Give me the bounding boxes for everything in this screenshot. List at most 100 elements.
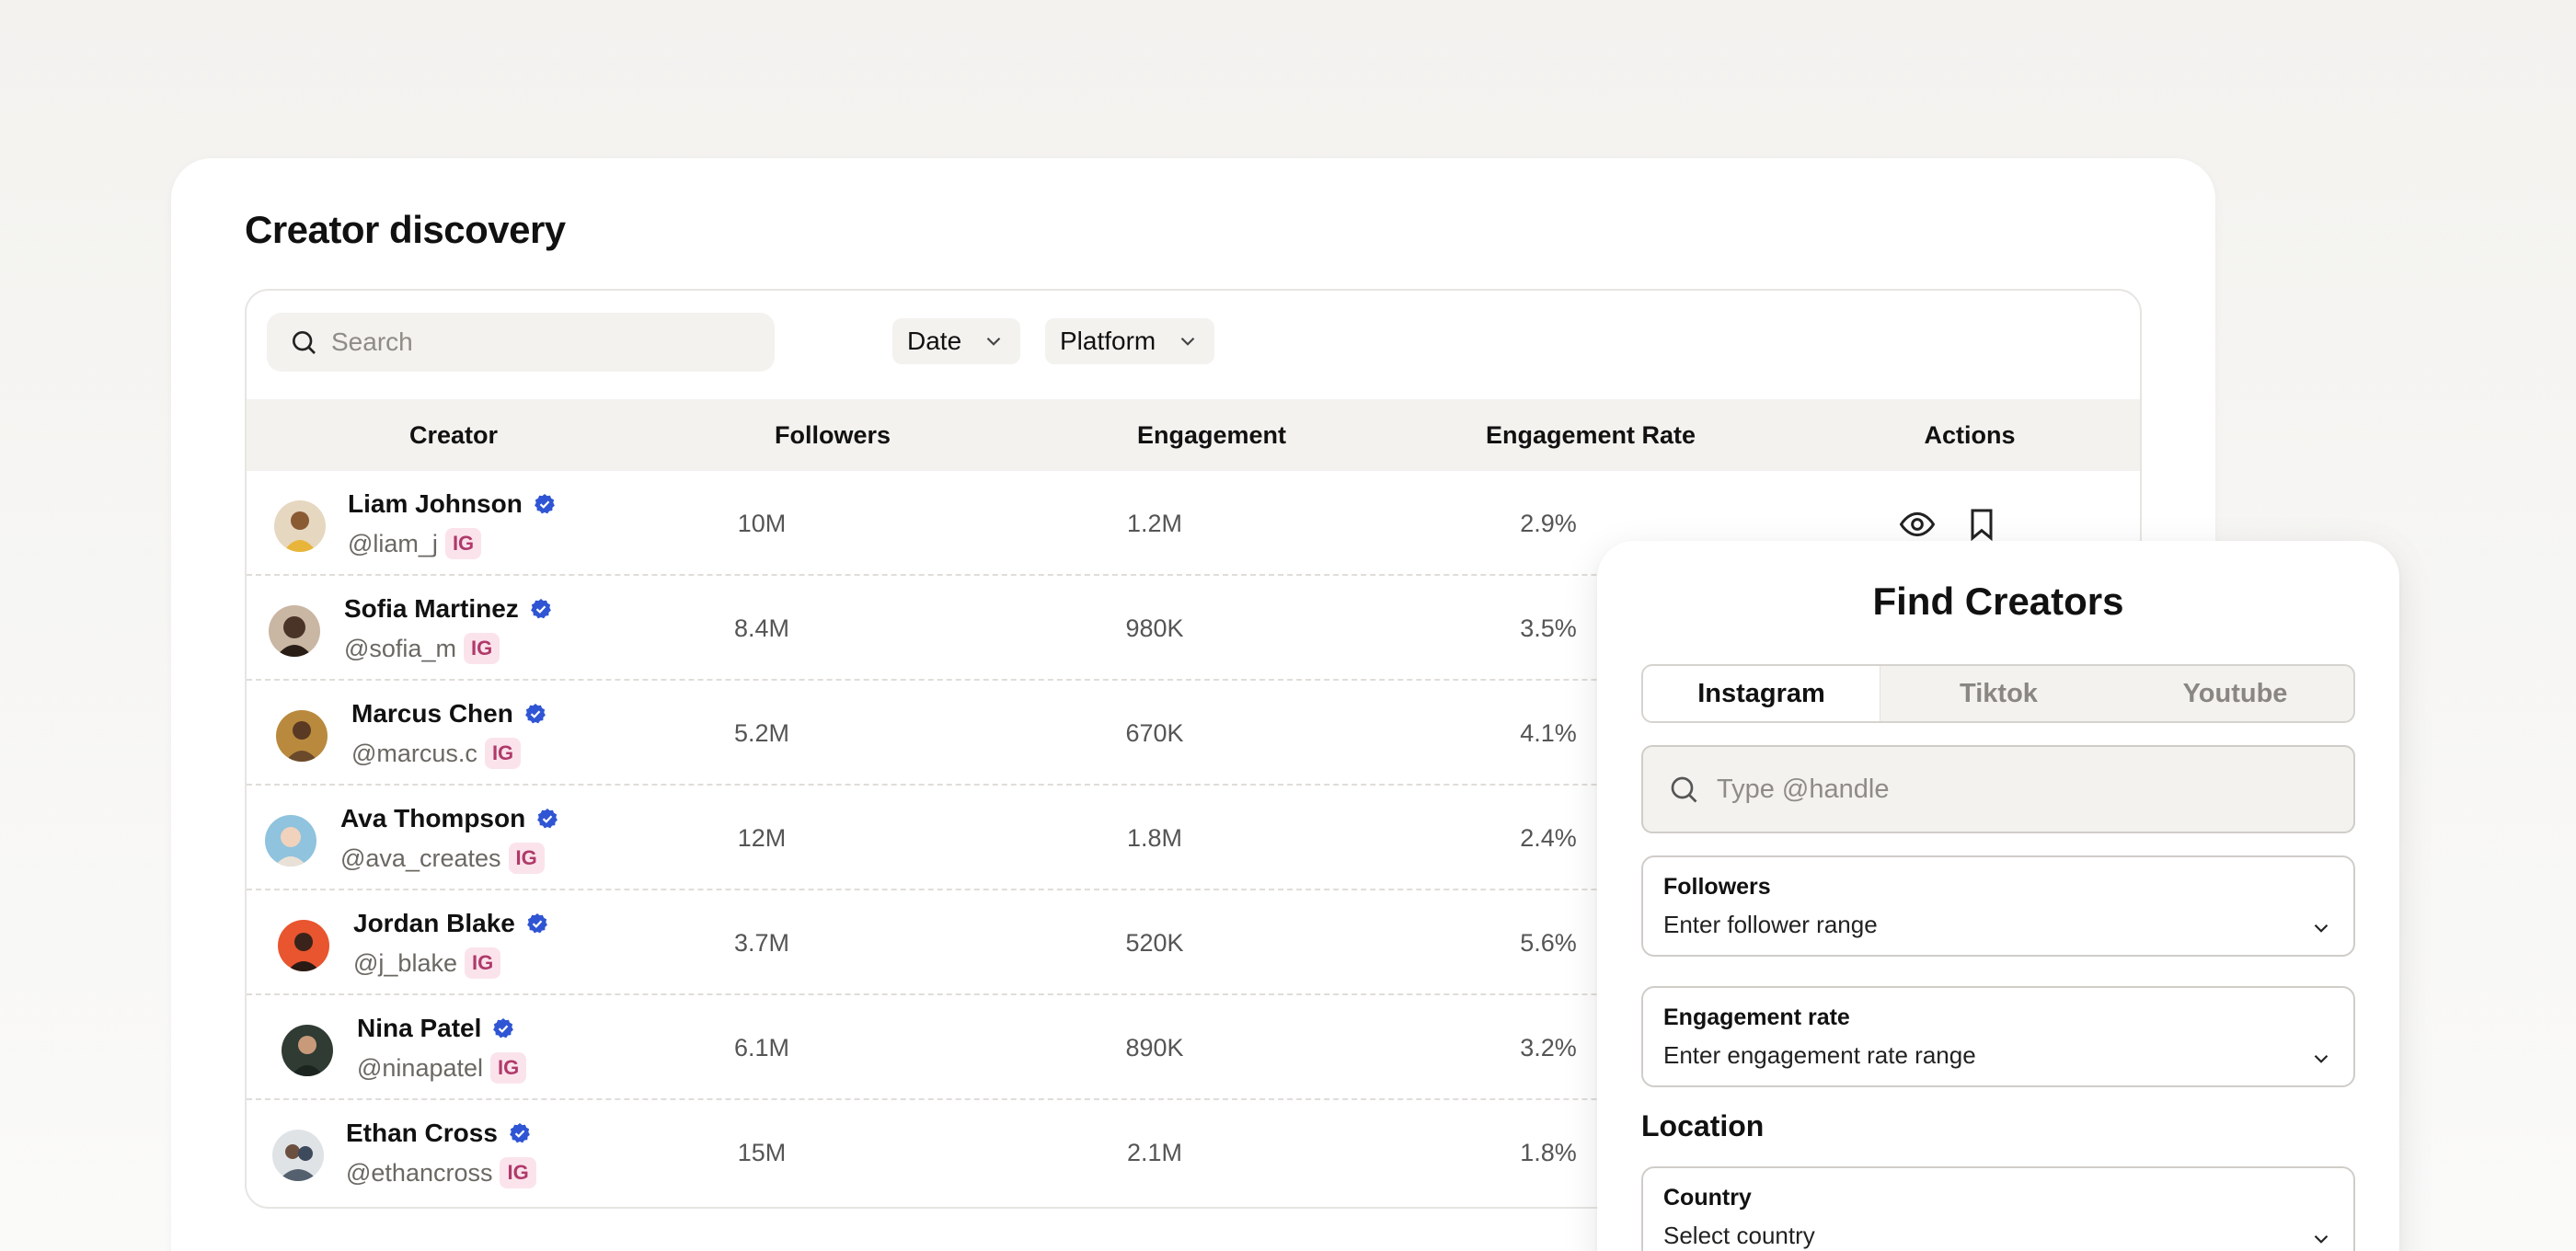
avatar xyxy=(276,710,328,762)
date-filter[interactable]: Date xyxy=(892,318,1021,364)
creator-name[interactable]: Marcus Chen xyxy=(351,699,546,729)
search-placeholder: Search xyxy=(331,327,413,356)
search-icon xyxy=(1671,776,1697,803)
platform-badge: IG xyxy=(464,947,501,979)
tab-instagram[interactable]: Instagram xyxy=(1643,666,1880,721)
creator-handle-text: @marcus.c xyxy=(351,739,477,767)
creator-handle-text: @ava_creates xyxy=(340,844,501,872)
platform-filter-label: Platform xyxy=(1060,327,1156,355)
platform-badge: IG xyxy=(490,1052,527,1084)
creator-name-text: Nina Patel xyxy=(357,1014,482,1042)
followers-value: 6.1M xyxy=(733,1034,790,1062)
creator-handle-text: @ethancross xyxy=(346,1158,493,1187)
engagement-value: 890K xyxy=(1125,1034,1184,1062)
creator-name[interactable]: Liam Johnson xyxy=(348,489,556,519)
verified-icon xyxy=(534,494,555,514)
creator-handle-text: @sofia_m xyxy=(344,634,456,662)
engagement-value: 980K xyxy=(1125,614,1184,642)
engagement-rate-label: Engagement rate xyxy=(1663,1004,1850,1030)
avatar xyxy=(265,815,316,867)
creator-name-text: Ava Thompson xyxy=(340,804,526,832)
engagement-rate-select[interactable]: Engagement rate Enter engagement rate ra… xyxy=(1641,986,2355,1087)
platform-filter[interactable]: Platform xyxy=(1045,318,1215,364)
engagement-value: 520K xyxy=(1125,929,1184,957)
followers-label: Followers xyxy=(1663,874,1771,900)
creator-name[interactable]: Ava Thompson xyxy=(340,804,558,833)
chevron-down-icon xyxy=(986,337,1001,346)
column-header-engagement[interactable]: Engagement xyxy=(1046,399,1377,471)
search-input[interactable]: Search xyxy=(267,313,775,372)
creator-handle-text: @ninapatel xyxy=(357,1053,484,1082)
column-header-creator[interactable]: Creator xyxy=(288,399,619,471)
avatar xyxy=(274,500,326,552)
creator-handle: @j_blake IG xyxy=(353,947,501,979)
verified-icon xyxy=(493,1018,514,1039)
platform-tabs: Instagram Tiktok Youtube xyxy=(1641,664,2355,723)
verified-icon xyxy=(530,599,551,619)
creator-handle: @ethancross IG xyxy=(346,1157,536,1188)
location-section-title: Location xyxy=(1641,1109,1765,1142)
creator-name[interactable]: Ethan Cross xyxy=(346,1119,531,1148)
avatar xyxy=(272,1130,324,1181)
creator-name-text: Liam Johnson xyxy=(348,489,523,518)
chevron-down-icon xyxy=(2314,924,2329,933)
followers-value: Enter follower range xyxy=(1663,911,1878,938)
creator-handle: @liam_j IG xyxy=(348,528,482,559)
followers-range-select[interactable]: Followers Enter follower range xyxy=(1641,855,2355,957)
chevron-down-icon xyxy=(1180,337,1195,346)
followers-value: 12M xyxy=(737,824,787,852)
platform-badge: IG xyxy=(444,528,482,559)
creator-name[interactable]: Sofia Martinez xyxy=(344,594,552,624)
table-header: Creator Followers Engagement Engagement … xyxy=(247,399,2140,471)
tab-youtube[interactable]: Youtube xyxy=(2117,666,2353,721)
table-toolbar: Search Date Platform xyxy=(247,291,2140,399)
country-select[interactable]: Country Select country xyxy=(1641,1166,2355,1251)
country-label: Country xyxy=(1663,1185,1752,1211)
handle-search-input[interactable]: Type @handle xyxy=(1641,745,2355,833)
platform-badge: IG xyxy=(500,1157,536,1188)
followers-value: 10M xyxy=(737,510,787,537)
column-header-engagement-rate[interactable]: Engagement Rate xyxy=(1425,399,1756,471)
creator-handle-text: @liam_j xyxy=(348,529,438,557)
verified-icon xyxy=(537,809,558,829)
platform-badge: IG xyxy=(484,738,522,769)
avatar xyxy=(282,1025,333,1076)
column-header-followers[interactable]: Followers xyxy=(667,399,998,471)
engagement-value: 670K xyxy=(1125,719,1184,747)
engagement-value: 1.8M xyxy=(1126,824,1183,852)
panel-title: Find Creators xyxy=(1872,580,2124,623)
creator-name-text: Marcus Chen xyxy=(351,699,513,728)
eye-icon[interactable] xyxy=(1899,506,1936,543)
verified-icon xyxy=(524,704,546,724)
country-value: Select country xyxy=(1663,1222,1815,1249)
verified-icon xyxy=(510,1123,530,1143)
followers-value: 3.7M xyxy=(733,929,790,957)
creator-handle: @ninapatel IG xyxy=(357,1052,527,1084)
tab-tiktok[interactable]: Tiktok xyxy=(1880,666,2117,721)
avatar xyxy=(278,920,329,971)
creator-handle: @marcus.c IG xyxy=(351,738,522,769)
platform-badge: IG xyxy=(508,843,545,874)
bookmark-icon[interactable] xyxy=(1963,506,2000,543)
creator-handle: @ava_creates IG xyxy=(340,843,545,874)
creator-name-text: Sofia Martinez xyxy=(344,594,519,623)
page-title: Creator discovery xyxy=(245,208,566,251)
chevron-down-icon xyxy=(2314,1054,2329,1063)
engagement-rate-value: Enter engagement rate range xyxy=(1663,1041,1976,1069)
column-header-actions: Actions xyxy=(1924,421,2016,449)
avatar xyxy=(269,605,320,657)
creator-handle-text: @j_blake xyxy=(353,948,457,977)
engagement-value: 1.2M xyxy=(1126,510,1183,537)
find-creators-panel: Find Creators Instagram Tiktok Youtube T… xyxy=(1597,541,2399,1251)
chevron-down-icon xyxy=(2314,1234,2329,1244)
creator-name[interactable]: Jordan Blake xyxy=(353,909,548,938)
followers-value: 15M xyxy=(737,1139,787,1166)
creator-name-text: Jordan Blake xyxy=(353,909,515,937)
creator-name[interactable]: Nina Patel xyxy=(357,1014,514,1043)
date-filter-label: Date xyxy=(907,327,962,355)
handle-placeholder: Type @handle xyxy=(1717,774,1890,804)
followers-value: 8.4M xyxy=(733,614,790,642)
search-icon xyxy=(293,331,316,354)
verified-icon xyxy=(526,913,547,934)
followers-value: 5.2M xyxy=(733,719,790,747)
